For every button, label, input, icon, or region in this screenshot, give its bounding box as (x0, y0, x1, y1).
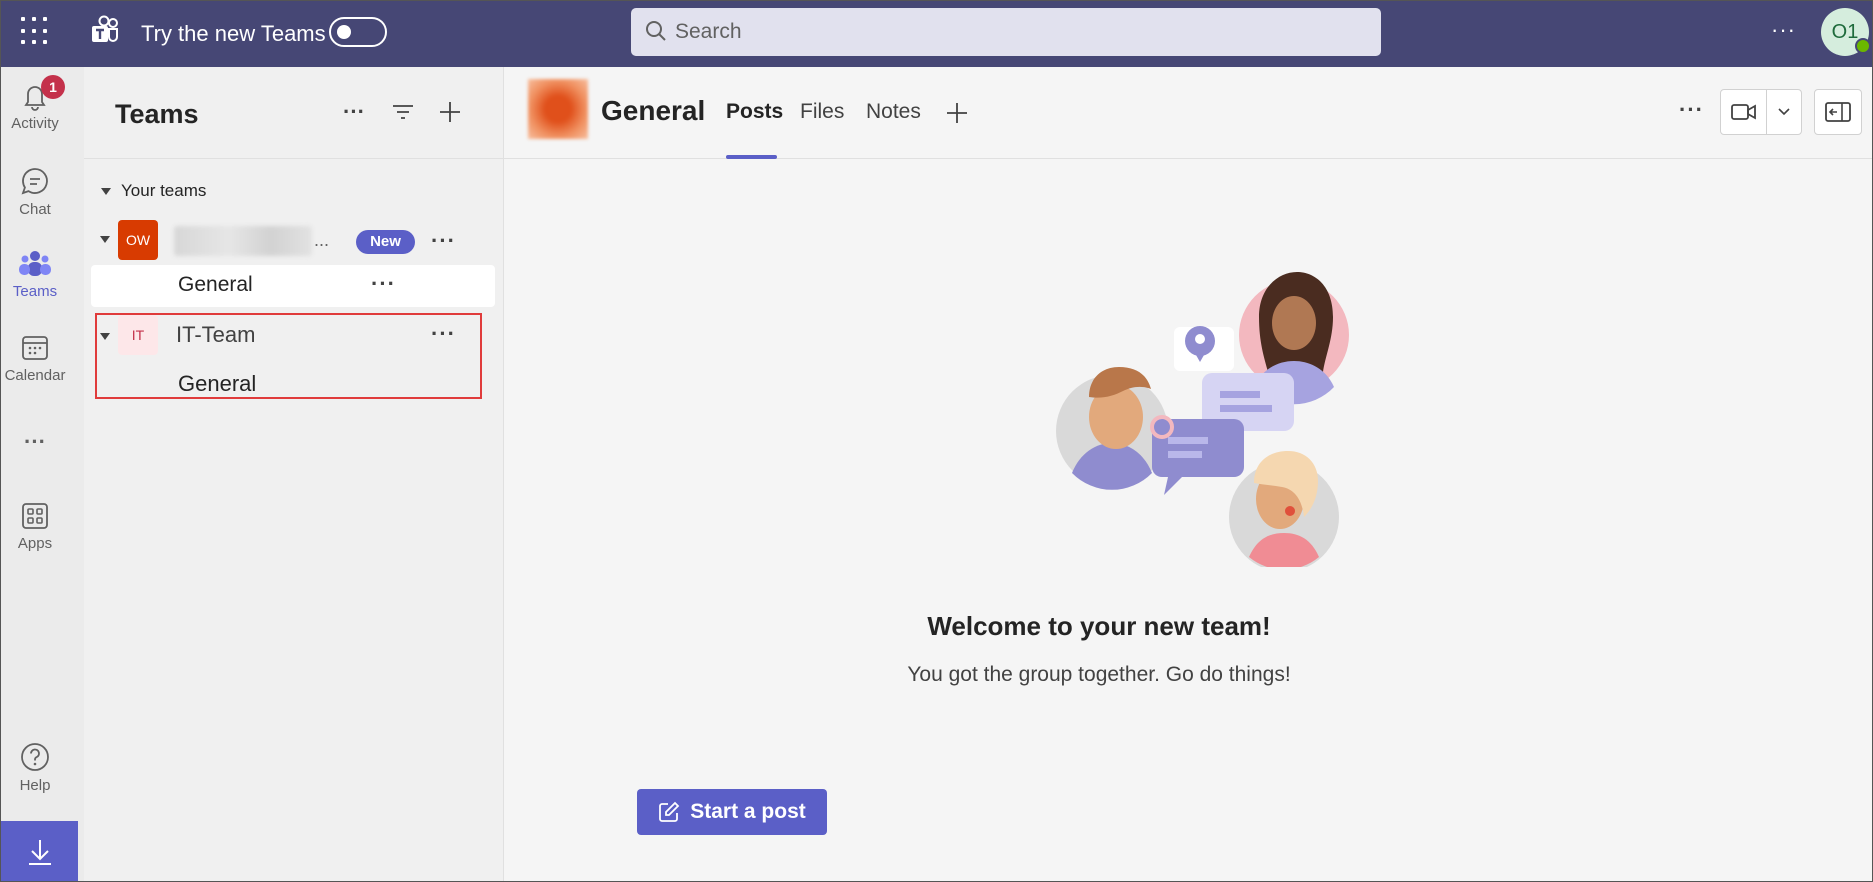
start-post-label: Start a post (690, 800, 806, 823)
channel-main: General Posts Files Notes ··· Welcome to… (504, 67, 1872, 881)
search-box[interactable] (631, 8, 1381, 56)
team-name-ellipsis: ... (314, 230, 330, 250)
plus-icon (440, 102, 460, 122)
rail-teams[interactable]: Teams (1, 249, 69, 300)
rail-activity[interactable]: 1 Activity (1, 75, 69, 132)
team-avatar: IT (118, 315, 158, 355)
filter-icon (393, 105, 413, 119)
try-new-teams-label: Try the new Teams (141, 21, 326, 46)
team-avatar-text: OW (125, 232, 151, 248)
more-options-button[interactable]: ··· (337, 95, 371, 129)
channel-title: General (601, 95, 706, 126)
welcome-subtitle: You got the group together. Go do things… (907, 663, 1291, 686)
channel-item-selected[interactable]: General ··· (91, 265, 495, 307)
team-avatar-text: IT (131, 327, 145, 343)
channel-avatar (528, 79, 588, 139)
add-team-button[interactable] (433, 95, 467, 129)
channel-header: General Posts Files Notes ··· (504, 67, 1872, 159)
app-launcher-icon[interactable] (21, 17, 49, 45)
page-title: Teams (115, 99, 199, 129)
start-post-button[interactable]: Start a post (637, 789, 827, 835)
team-row[interactable]: OW ... New ··· (84, 216, 504, 262)
open-side-panel-button[interactable] (1814, 89, 1862, 135)
rail-label: Teams (12, 283, 58, 300)
download-icon (28, 840, 51, 865)
teams-list-panel: Teams ··· Your teams OW ... New ··· Gene… (84, 67, 504, 881)
teams-panel-header: Teams ··· (84, 67, 504, 159)
new-badge: New (356, 230, 415, 254)
top-bar: Try the new Teams ··· O1 (1, 1, 1872, 67)
app-rail: 1 Activity Chat Teams Calendar ··· Apps … (1, 67, 84, 881)
team-row[interactable]: IT IT-Team ··· (84, 313, 504, 359)
channel-more-button[interactable]: ··· (371, 271, 396, 297)
more-apps-icon: ··· (24, 429, 46, 454)
rail-label: Help (19, 777, 51, 794)
team-name-redacted (174, 226, 312, 256)
team-more-button[interactable]: ··· (431, 321, 456, 347)
channel-more-button[interactable]: ··· (1679, 97, 1704, 123)
compose-icon (659, 801, 680, 822)
rail-more-apps[interactable]: ··· (1, 429, 69, 455)
rail-label: Chat (19, 201, 51, 218)
rail-help[interactable]: Help (1, 741, 69, 794)
team-avatar: OW (118, 220, 158, 260)
filter-button[interactable] (386, 95, 420, 129)
download-button[interactable] (1, 821, 78, 881)
section-label: Your teams (121, 181, 207, 200)
meet-button[interactable] (1720, 89, 1802, 135)
search-icon (646, 21, 666, 41)
your-teams-section[interactable]: Your teams (101, 181, 206, 201)
welcome-illustration (1056, 272, 1349, 567)
tab-posts[interactable]: Posts (726, 100, 783, 124)
activity-badge: 1 (41, 75, 65, 99)
team-name: IT-Team (176, 322, 256, 347)
rail-calendar[interactable]: Calendar (1, 333, 69, 384)
apps-icon (22, 503, 48, 529)
divider (1766, 90, 1767, 134)
calendar-icon (22, 336, 48, 360)
avatar-initials: O1 (1831, 20, 1859, 43)
caret-down-icon (101, 187, 111, 195)
rail-apps[interactable]: Apps (1, 501, 69, 552)
tab-notes[interactable]: Notes (866, 100, 921, 124)
teams-icon (19, 251, 51, 276)
teams-logo-icon (92, 15, 118, 42)
user-avatar[interactable]: O1 (1821, 8, 1871, 56)
rail-label: Apps (17, 535, 53, 552)
presence-available-icon (1855, 38, 1871, 54)
teams-window: Try the new Teams ··· O1 1 Activity (0, 0, 1873, 882)
video-camera-icon (1731, 104, 1756, 120)
welcome-title: Welcome to your new team! (927, 611, 1271, 641)
chat-icon (21, 168, 48, 195)
rail-chat[interactable]: Chat (1, 165, 69, 218)
active-tab-indicator (726, 155, 777, 159)
help-icon (21, 743, 49, 771)
side-panel-icon (1825, 102, 1851, 122)
tab-files[interactable]: Files (800, 100, 844, 124)
rail-label: Activity (11, 115, 59, 132)
settings-more-button[interactable]: ··· (1771, 17, 1796, 43)
rail-label: Calendar (4, 367, 66, 384)
try-new-teams-toggle[interactable] (329, 17, 387, 47)
channel-name: General (178, 273, 253, 296)
more-icon: ··· (343, 99, 365, 124)
caret-down-icon (100, 333, 110, 340)
add-tab-icon[interactable] (945, 101, 969, 125)
caret-down-icon (100, 236, 110, 243)
search-input[interactable] (675, 16, 1365, 48)
chevron-down-icon[interactable] (1777, 107, 1791, 117)
team-more-button[interactable]: ··· (431, 228, 456, 254)
